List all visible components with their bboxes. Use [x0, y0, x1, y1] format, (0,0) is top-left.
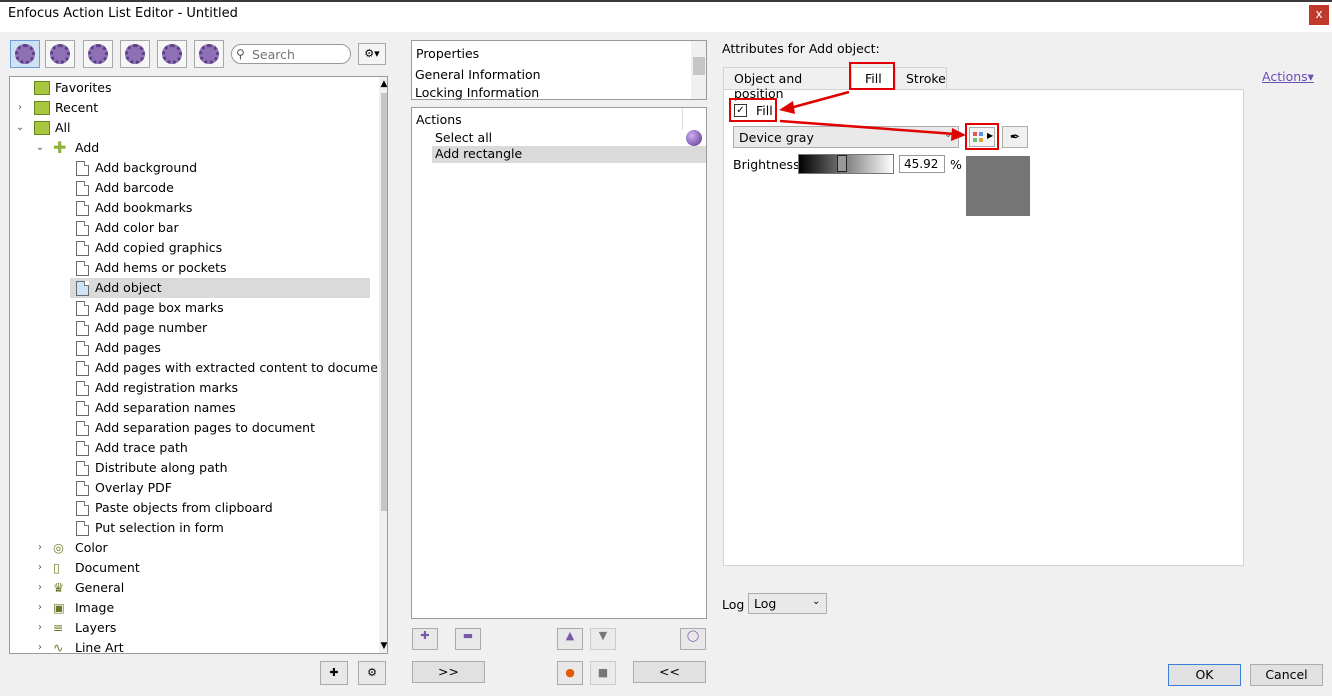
arrow-checkbox-to-picker: [779, 119, 956, 136]
arrowhead: [779, 101, 795, 114]
cancel-button[interactable]: Cancel: [1250, 664, 1323, 686]
arrowhead: [951, 128, 966, 141]
arrow-fill-tab-to-checkbox: [789, 90, 850, 110]
annotation-arrows: [779, 90, 966, 141]
ok-button[interactable]: OK: [1168, 664, 1241, 686]
log-label: Log: [722, 597, 745, 612]
chevron-down-icon: ⌄: [812, 596, 821, 607]
